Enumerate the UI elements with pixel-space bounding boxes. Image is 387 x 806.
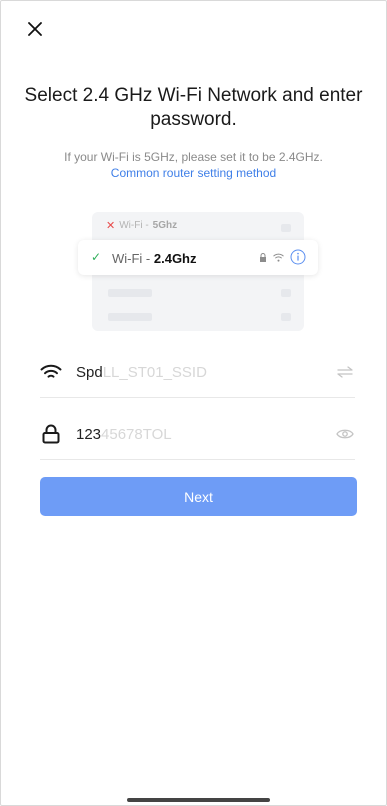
field-divider [40,397,355,398]
wifi-name-field[interactable]: SpdLL_ST01_SSID [40,346,355,398]
illustration-placeholder [281,289,291,297]
illustration-5g-band: 5Ghz [152,220,178,231]
eye-icon [336,429,354,439]
illustration-placeholder [281,224,291,232]
illustration-24g-label: Wi-Fi - 2.4Ghz [112,251,197,266]
illustration-row-5g: ✕ Wi-Fi - 5Ghz [106,219,177,232]
close-icon [28,22,42,36]
cross-icon: ✕ [106,220,116,232]
illustration-placeholder [108,313,152,321]
switch-network-button[interactable] [335,362,355,382]
close-button[interactable] [24,18,46,40]
next-button[interactable]: Next [40,477,357,516]
info-icon [290,249,306,265]
illustration-row-24g: ✓ Wi-Fi - 2.4Ghz [78,240,318,275]
wifi-name-visible: Spd [76,363,103,381]
page-subtitle: If your Wi-Fi is 5GHz, please set it to … [64,150,323,164]
toggle-password-visibility[interactable] [335,424,355,444]
wifi-icon [273,253,284,262]
password-input[interactable]: 12345678TOL [76,426,335,443]
check-icon: ✓ [91,250,102,264]
illustration-5g-prefix: Wi-Fi - [119,220,149,231]
wifi-icon [40,361,62,383]
illustration-24g-prefix: Wi-Fi - [112,251,154,266]
illustration-24g-band: 2.4Ghz [153,251,197,266]
password-faded: 45678TOL [101,425,172,443]
illustration-placeholder [281,313,291,321]
page-title: Select 2.4 GHz Wi-Fi Network and enter p… [24,85,363,130]
router-setting-link[interactable]: Common router setting method [20,165,367,181]
wifi-name-input[interactable]: SpdLL_ST01_SSID [76,364,335,381]
switch-network-icon [337,366,353,378]
home-indicator [127,798,270,802]
wifi-name-faded: LL_ST01_SSID [102,363,207,381]
field-divider [40,459,355,460]
lock-icon [40,423,62,445]
lock-icon [260,252,266,262]
illustration-row-icons [259,249,306,265]
illustration-placeholder [108,289,152,297]
password-field[interactable]: 12345678TOL [40,408,355,460]
password-visible: 123 [76,425,102,443]
